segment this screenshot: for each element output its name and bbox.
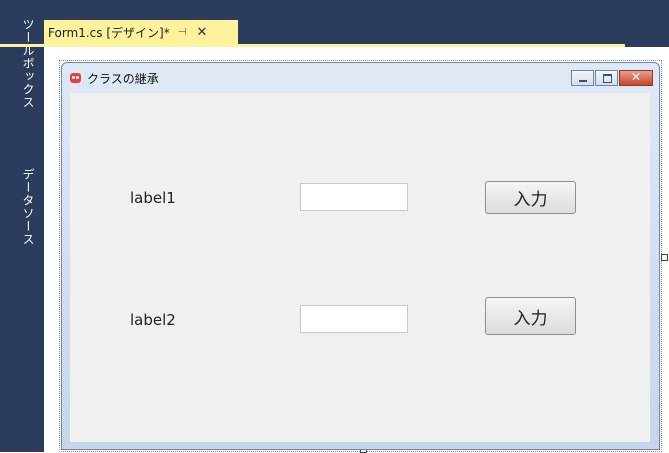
form-window[interactable]: クラスの継承 label1 入力 label2 入力 — [61, 62, 660, 450]
form-titlebar[interactable]: クラスの継承 — [62, 63, 659, 93]
input-button-1[interactable]: 入力 — [485, 181, 576, 214]
close-icon[interactable]: ✕ — [196, 25, 207, 40]
caption-buttons — [571, 70, 653, 88]
toolbox-tab[interactable]: ツールボックス — [17, 18, 37, 109]
datasource-tab[interactable]: データソース — [17, 168, 37, 246]
label2[interactable]: label2 — [130, 311, 176, 329]
close-button[interactable] — [619, 70, 653, 86]
side-panel: ツールボックス データソース — [8, 8, 44, 452]
label1[interactable]: label1 — [130, 189, 176, 207]
input-button-2[interactable]: 入力 — [485, 297, 576, 335]
resize-handle-right[interactable] — [661, 254, 668, 261]
textbox2[interactable] — [300, 305, 408, 333]
form-title: クラスの継承 — [87, 72, 159, 86]
document-tab[interactable]: Form1.cs [デザイン]* ⊣ ✕ — [44, 20, 238, 44]
document-tabbar: Form1.cs [デザイン]* ⊣ ✕ — [44, 8, 669, 44]
minimize-button[interactable] — [571, 70, 594, 86]
app-icon — [70, 73, 81, 83]
maximize-button[interactable] — [595, 70, 618, 86]
pin-icon[interactable]: ⊣ — [178, 27, 187, 38]
textbox1[interactable] — [300, 183, 408, 211]
document-tab-title: Form1.cs [デザイン]* — [48, 25, 170, 40]
designer-surface: クラスの継承 label1 入力 label2 入力 — [44, 47, 669, 453]
form-client-area: label1 入力 label2 入力 — [70, 93, 650, 442]
